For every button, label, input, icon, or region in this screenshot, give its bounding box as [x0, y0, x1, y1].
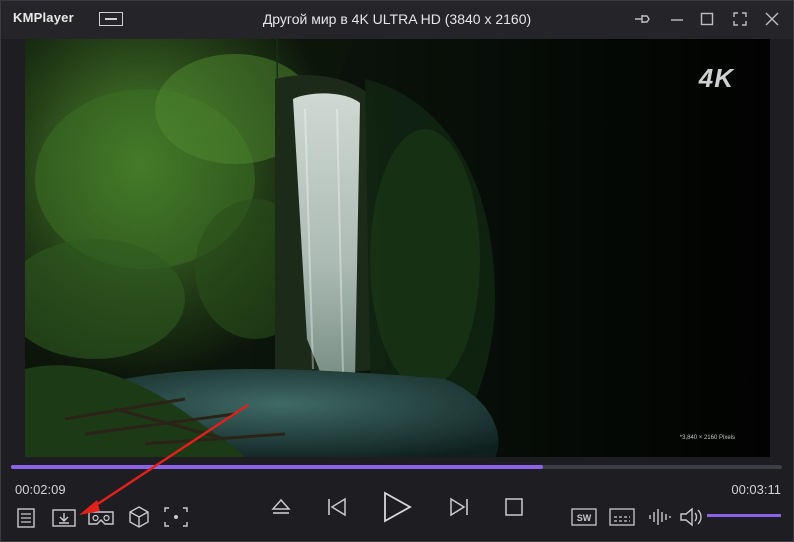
4k-badge: 4K: [698, 63, 734, 93]
total-time: 00:03:11: [731, 482, 781, 497]
maximize-icon[interactable]: [698, 10, 716, 28]
seek-bar[interactable]: [11, 465, 782, 469]
3d-cube-icon[interactable]: [127, 505, 151, 529]
title-bar: KMPlayer Другой мир в 4K ULTRA HD (3840 …: [1, 1, 793, 39]
video-frame[interactable]: 4K *3,840 × 2160 Pixels: [25, 39, 770, 457]
fullscreen-icon[interactable]: [731, 10, 749, 28]
stop-icon[interactable]: [503, 496, 525, 518]
waterfall-scene: [25, 39, 770, 457]
capture-icon[interactable]: [163, 506, 189, 528]
download-icon[interactable]: [51, 507, 77, 529]
volume-level: [707, 514, 781, 517]
volume-icon[interactable]: [678, 506, 704, 528]
volume-slider[interactable]: [707, 514, 781, 517]
close-icon[interactable]: [763, 10, 781, 28]
pin-icon[interactable]: [633, 10, 651, 28]
previous-icon[interactable]: [325, 495, 349, 519]
vr-glasses-icon[interactable]: [87, 507, 115, 529]
equalizer-icon[interactable]: [647, 506, 673, 528]
subtitle-sw-icon[interactable]: SW: [570, 507, 598, 527]
play-icon[interactable]: [381, 490, 413, 524]
playlist-icon[interactable]: [15, 507, 37, 529]
seek-progress: [11, 465, 543, 469]
minimize-icon[interactable]: [668, 10, 686, 28]
subtitle-icon[interactable]: [608, 507, 636, 527]
pixel-note: *3,840 × 2160 Pixels: [679, 435, 735, 441]
eject-icon[interactable]: [269, 495, 293, 519]
current-time: 00:02:09: [15, 482, 66, 497]
svg-text:SW: SW: [577, 513, 592, 523]
next-icon[interactable]: [447, 495, 471, 519]
kmplayer-window: KMPlayer Другой мир в 4K ULTRA HD (3840 …: [0, 0, 794, 542]
